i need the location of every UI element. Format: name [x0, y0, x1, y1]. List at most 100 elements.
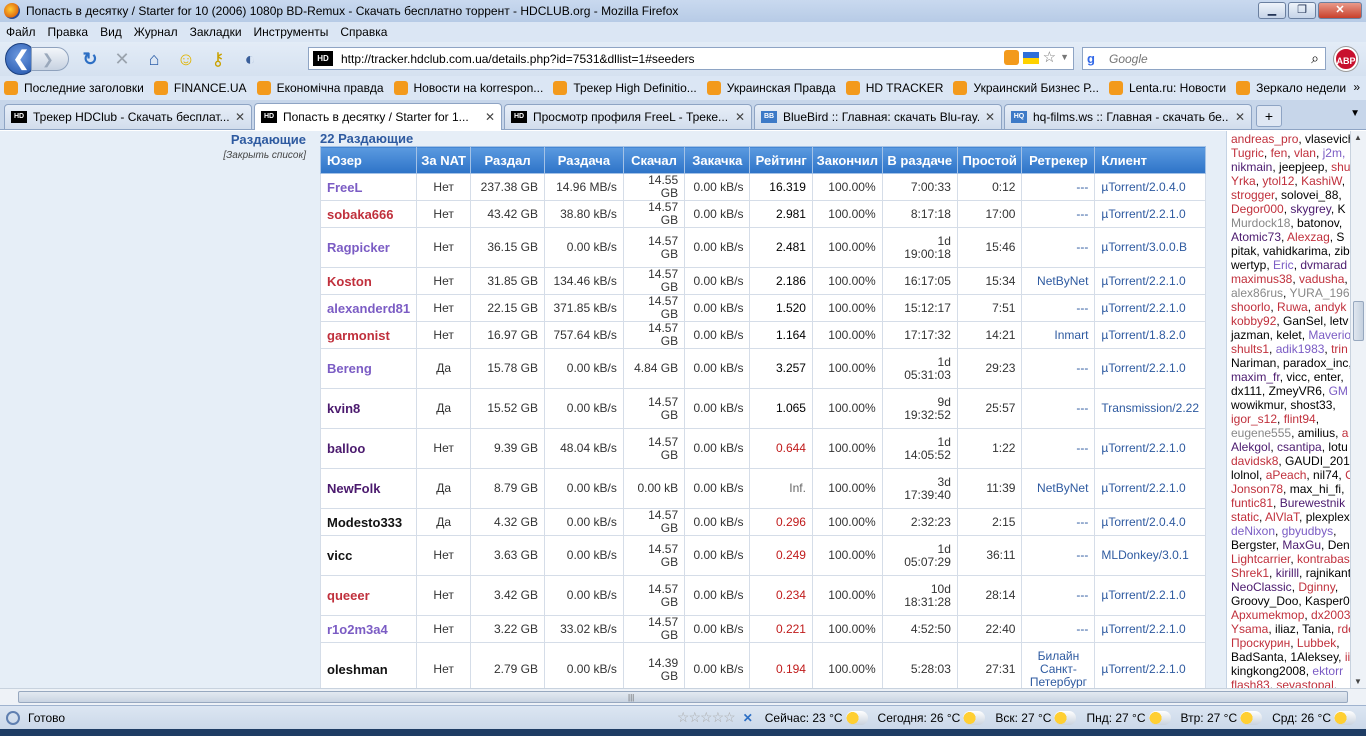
online-user-name[interactable]: Murdock18	[1231, 216, 1290, 230]
smiley-icon[interactable]: ☺	[175, 48, 197, 70]
online-user-name[interactable]: davidsk8	[1231, 454, 1278, 468]
search-input[interactable]	[1109, 51, 1289, 66]
sync-icon[interactable]: ◐	[239, 48, 261, 70]
cell-user[interactable]: queeer	[319, 575, 418, 616]
online-user-name[interactable]: kobby92	[1231, 314, 1276, 328]
adblock-plus-button[interactable]: ABP	[1334, 47, 1358, 71]
cell-user[interactable]: garmonist	[319, 321, 418, 349]
online-user-name[interactable]: andyk	[1314, 300, 1346, 314]
online-user-name[interactable]: GM	[1329, 384, 1348, 398]
reload-icon[interactable]: ↻	[79, 48, 101, 70]
bookmark-item[interactable]: Новости на korrespon...	[393, 81, 543, 95]
online-user-name[interactable]: kontrabas	[1297, 552, 1350, 566]
tab-close-icon[interactable]: ✕	[735, 110, 745, 124]
cell-user[interactable]: Koston	[319, 267, 418, 295]
online-user-name[interactable]: andreas_pro	[1231, 132, 1298, 146]
dropdown-arrow-icon[interactable]: ▼	[1060, 50, 1069, 65]
online-user-name[interactable]: j2m,	[1323, 146, 1346, 160]
weather-wednesday[interactable]: Срд: 26 °C	[1272, 710, 1356, 725]
online-user-name[interactable]: maxim_fr	[1231, 370, 1280, 384]
bookmark-item[interactable]: HD TRACKER	[845, 81, 943, 95]
online-user-name[interactable]: maximus38	[1231, 272, 1292, 286]
vertical-scrollbar[interactable]: ▲ ▼	[1350, 131, 1366, 688]
tab-close-icon[interactable]: ✕	[235, 110, 245, 124]
online-user-name[interactable]: deNixon	[1231, 524, 1275, 538]
col-uploaded[interactable]: Раздал	[470, 146, 546, 174]
online-user-name[interactable]: adik1983	[1276, 342, 1325, 356]
col-upload-speed[interactable]: Раздача	[544, 146, 624, 174]
online-user-name[interactable]: gbyudbys	[1282, 524, 1333, 538]
online-user-name[interactable]: trin	[1331, 342, 1348, 356]
online-user-name[interactable]: strogger	[1231, 188, 1274, 202]
cell-user[interactable]: Modesto333	[319, 508, 418, 536]
weather-today[interactable]: Сегодня: 26 °C	[878, 710, 986, 725]
cell-user[interactable]: oleshman	[319, 642, 418, 688]
online-user-name[interactable]: ytol12	[1262, 174, 1294, 188]
col-downloaded[interactable]: Скачал	[622, 146, 686, 174]
weather-tuesday[interactable]: Втр: 27 °C	[1181, 710, 1263, 725]
online-user-name[interactable]: Ysama	[1231, 622, 1268, 636]
cell-user[interactable]: alexanderd81	[319, 294, 418, 322]
online-user-name[interactable]: csantipa	[1277, 440, 1322, 454]
online-user-name[interactable]: fen	[1271, 146, 1288, 160]
address-bar[interactable]: HD http://tracker.hdclub.com.ua/details.…	[308, 47, 1074, 70]
col-completed[interactable]: Закончил	[811, 146, 883, 174]
search-bar[interactable]: g ⌕	[1082, 47, 1326, 70]
tab-hdclub-tracker[interactable]: HD Трекер HDClub - Скачать бесплат... ✕	[4, 104, 252, 129]
close-window-button[interactable]: ✕	[1318, 2, 1362, 19]
online-user-name[interactable]: Ruwa	[1277, 300, 1308, 314]
forward-button[interactable]: ❯	[31, 47, 69, 71]
cell-user[interactable]: Ragpicker	[319, 227, 418, 268]
col-user[interactable]: Юзер	[319, 146, 418, 174]
online-user-name[interactable]: ektorr	[1312, 664, 1343, 678]
online-user-name[interactable]: kirilll	[1276, 566, 1299, 580]
bookmarks-overflow-button[interactable]: »	[1353, 80, 1360, 94]
online-user-name[interactable]: KashiW	[1301, 174, 1342, 188]
home-icon[interactable]: ⌂	[143, 48, 165, 70]
online-user-name[interactable]: nikmain	[1231, 160, 1272, 174]
menu-file[interactable]: Файл	[6, 25, 36, 39]
online-user-name[interactable]: Atomic73	[1231, 230, 1281, 244]
maximize-button[interactable]: ❐	[1288, 2, 1316, 19]
scroll-down-icon[interactable]: ▼	[1354, 677, 1362, 686]
col-idle[interactable]: Простой	[956, 146, 1023, 174]
cell-user[interactable]: sobaka666	[319, 200, 418, 228]
online-user-name[interactable]: Lubbek	[1297, 636, 1336, 650]
online-user-name[interactable]: AlVlaT	[1265, 510, 1299, 524]
menu-bookmarks[interactable]: Закладки	[190, 25, 242, 39]
online-user-name[interactable]: static	[1231, 510, 1259, 524]
online-user-name[interactable]: sevastopal	[1276, 678, 1333, 688]
online-user-name[interactable]: skygrey	[1290, 202, 1330, 216]
tab-starter-for-10[interactable]: HD Попасть в десятку / Starter for 1... …	[254, 103, 502, 130]
col-nat[interactable]: За NAT	[416, 146, 472, 174]
online-user-name[interactable]: vadusha	[1299, 272, 1344, 286]
online-user-name[interactable]: Yrka	[1231, 174, 1256, 188]
cell-user[interactable]: NewFolk	[319, 468, 418, 509]
scroll-up-icon[interactable]: ▲	[1354, 133, 1362, 142]
tab-profile-freel[interactable]: HD Просмотр профиля FreeL - Треке... ✕	[504, 104, 752, 129]
bookmark-item[interactable]: Последние заголовки	[4, 81, 144, 95]
menu-edit[interactable]: Правка	[48, 25, 89, 39]
online-user-name[interactable]: dx2003	[1311, 608, 1350, 622]
online-user-name[interactable]: vlan	[1294, 146, 1316, 160]
online-user-name[interactable]: shoorlo	[1231, 300, 1270, 314]
col-client[interactable]: Клиент	[1094, 146, 1206, 174]
menu-tools[interactable]: Инструменты	[254, 25, 329, 39]
tab-close-icon[interactable]: ✕	[1235, 110, 1245, 124]
weather-now[interactable]: Сейчас: 23 °C	[765, 710, 868, 725]
bookmark-item[interactable]: Трекер High Definitio...	[553, 81, 697, 95]
online-user-name[interactable]: igor_s12	[1231, 412, 1277, 426]
cell-user[interactable]: FreeL	[319, 173, 418, 201]
bookmark-item[interactable]: Економічна правда	[256, 81, 384, 95]
rss-feed-icon[interactable]	[1003, 50, 1019, 65]
col-download-speed[interactable]: Закачка	[684, 146, 751, 174]
menu-help[interactable]: Справка	[340, 25, 387, 39]
online-user-name[interactable]: flint94	[1284, 412, 1316, 426]
bookmark-item[interactable]: Зеркало недели	[1236, 81, 1346, 95]
online-user-name[interactable]: Tugric	[1231, 146, 1264, 160]
weather-sunday[interactable]: Вск: 27 °C	[995, 710, 1077, 725]
minimize-button[interactable]: ▁	[1258, 2, 1286, 19]
cell-user[interactable]: vicc	[319, 535, 418, 576]
horizontal-scrollbar[interactable]: |||	[0, 688, 1366, 705]
weather-addon-icon[interactable]: ✕	[743, 711, 753, 725]
